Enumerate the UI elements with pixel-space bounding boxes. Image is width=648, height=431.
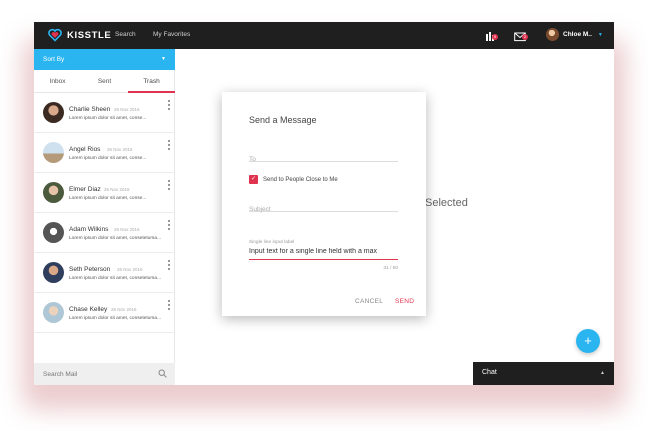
top-bar: KISSTLE Search My Favorites 9 2 Chloe M.… (34, 22, 614, 49)
sender-name: Chase Kelley (69, 306, 108, 313)
to-field[interactable]: To (249, 148, 398, 163)
to-placeholder: To (249, 156, 256, 163)
message-preview: Lorem ipsum dolor sit amet, conse... (69, 116, 147, 121)
message-date: 26 Nov 2016 (104, 187, 130, 192)
message-preview: Lorem ipsum dolor sit amet, consetetursa… (69, 236, 161, 241)
char-counter: 31 / 50 (383, 266, 398, 271)
send-button[interactable]: SEND (395, 298, 414, 305)
stage: KISSTLE Search My Favorites 9 2 Chloe M.… (0, 0, 648, 431)
list-item[interactable]: Adam Wilkins 26 Nov 2016 Lorem ipsum dol… (34, 213, 175, 253)
chat-bar[interactable]: Chat ▲ (473, 362, 614, 385)
tab-trash[interactable]: Trash (128, 70, 175, 93)
close-to-me-checkbox-row[interactable]: ✓ Send to People Close to Me (249, 175, 338, 184)
nav-search-link[interactable]: Search (115, 31, 136, 38)
sender-name: Elmer Diaz (69, 186, 101, 193)
list-item[interactable]: Elmer Diaz 26 Nov 2016 Lorem ipsum dolor… (34, 173, 175, 213)
nav-favorites-link[interactable]: My Favorites (153, 31, 190, 38)
sender-name: Seth Peterson (69, 266, 111, 273)
chevron-down-icon: ▼ (161, 56, 166, 62)
message-date: 26 Nov 2016 (117, 267, 143, 272)
empty-state-text: Selected (425, 197, 468, 209)
brand[interactable]: KISSTLE (48, 28, 111, 42)
chevron-up-icon: ▲ (600, 370, 605, 376)
message-preview: Lorem ipsum dolor sit amet, conse... (69, 156, 147, 161)
dialog-title: Send a Message (249, 115, 317, 125)
sender-name: Charlie Sheen (69, 106, 111, 113)
search-mail-placeholder: Search Mail (43, 371, 78, 378)
avatar (43, 102, 64, 123)
more-vert-icon[interactable] (167, 300, 171, 310)
chat-label: Chat (482, 369, 497, 376)
message-date: 26 Nov 2016 (114, 227, 140, 232)
search-mail-field[interactable]: Search Mail (34, 363, 175, 385)
more-vert-icon[interactable] (167, 220, 171, 230)
user-name: Chloe M.. (563, 31, 592, 38)
brand-name: KISSTLE (67, 29, 112, 41)
list-item[interactable]: Charlie Sheen 26 Nov 2016 Lorem ipsum do… (34, 93, 175, 133)
avatar (43, 142, 64, 163)
more-vert-icon[interactable] (167, 260, 171, 270)
message-preview: Lorem ipsum dolor sit amet, conse... (69, 196, 147, 201)
tab-sent[interactable]: Sent (81, 70, 128, 93)
chevron-down-icon: ▼ (597, 31, 603, 38)
tab-inbox[interactable]: Inbox (34, 70, 81, 93)
avatar (43, 302, 64, 323)
subject-placeholder: Subject (249, 206, 271, 213)
input-value[interactable]: Input text for a single line field with … (249, 248, 398, 260)
sort-by-dropdown[interactable]: Sort By ▼ (34, 49, 175, 70)
mail-badge: 2 (522, 34, 528, 40)
list-item[interactable]: Seth Peterson 26 Nov 2016 Lorem ipsum do… (34, 253, 175, 293)
checkbox-checked-icon[interactable]: ✓ (249, 175, 258, 184)
avatar (43, 262, 64, 283)
mail-button[interactable]: 2 (514, 29, 528, 42)
message-preview: Lorem ipsum dolor sit amet, consetetursa… (69, 276, 161, 281)
message-date: 26 Nov 2016 (111, 307, 137, 312)
avatar (43, 182, 64, 203)
activity-button[interactable]: 9 (485, 29, 499, 41)
list-item[interactable]: Chase Kelley 26 Nov 2016 Lorem ipsum dol… (34, 293, 175, 333)
more-vert-icon[interactable] (167, 180, 171, 190)
list-item[interactable]: Angel Rios 26 Nov 2016 Lorem ipsum dolor… (34, 133, 175, 173)
avatar (43, 222, 64, 243)
subject-field[interactable]: Subject (249, 198, 398, 213)
message-date: 26 Nov 2016 (114, 107, 140, 112)
input-label: Single line input label (249, 240, 295, 245)
activity-badge: 9 (492, 34, 498, 40)
cancel-button[interactable]: CANCEL (355, 298, 383, 305)
compose-fab-button[interactable]: + (576, 329, 600, 353)
more-vert-icon[interactable] (167, 100, 171, 110)
sidebar: Sort By ▼ Inbox Sent Trash Charlie Sheen… (34, 49, 175, 385)
message-preview: Lorem ipsum dolor sit amet, consetetursa… (69, 316, 161, 321)
checkbox-label: Send to People Close to Me (263, 176, 338, 183)
single-line-input[interactable]: Single line input label Input text for a… (249, 240, 398, 260)
mail-tabs: Inbox Sent Trash (34, 70, 175, 93)
search-icon[interactable] (158, 369, 167, 378)
more-vert-icon[interactable] (167, 140, 171, 150)
sender-name: Angel Rios (69, 146, 101, 153)
avatar (546, 28, 559, 41)
user-menu[interactable]: Chloe M.. ▼ (546, 28, 603, 41)
sort-by-label: Sort By (43, 56, 65, 63)
sender-name: Adam Wilkins (69, 226, 109, 233)
message-date: 26 Nov 2016 (107, 147, 133, 152)
message-list: Charlie Sheen 26 Nov 2016 Lorem ipsum do… (34, 93, 175, 333)
send-message-dialog: Send a Message To ✓ Send to People Close… (222, 92, 426, 316)
heart-logo-icon (48, 28, 62, 42)
